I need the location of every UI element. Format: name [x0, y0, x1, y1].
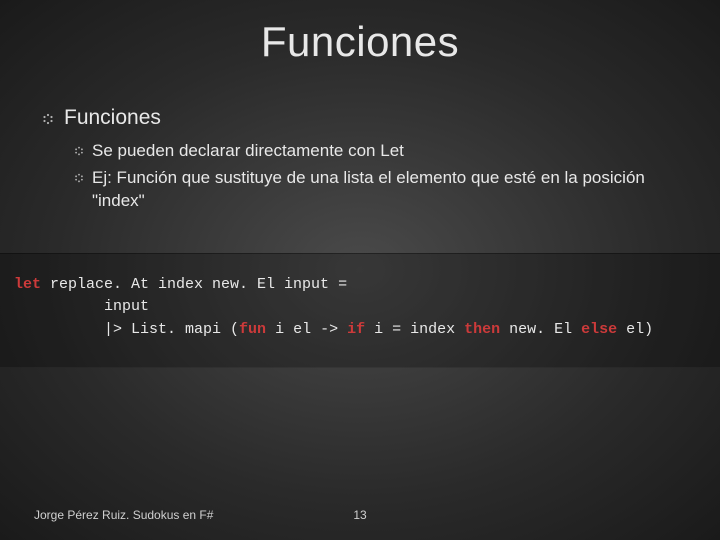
bullet-level2: Ej: Función que sustituye de una lista e…: [74, 167, 686, 213]
code-text: replace. At index new. El input =: [41, 276, 356, 293]
bullet-level2-text: Se pueden declarar directamente con Let: [92, 140, 404, 163]
code-keyword: then: [464, 321, 500, 338]
asterisk-icon: [74, 146, 84, 156]
code-keyword: let: [14, 276, 41, 293]
code-text: i = index: [365, 321, 464, 338]
asterisk-icon: [42, 113, 54, 125]
asterisk-icon: [74, 173, 84, 183]
slide-title: Funciones: [34, 18, 686, 66]
bullet-level1-text: Funciones: [64, 106, 161, 130]
bullet-level2: Se pueden declarar directamente con Let: [74, 140, 686, 163]
code-keyword: if: [347, 321, 365, 338]
code-block: let replace. At index new. El input = in…: [0, 253, 720, 369]
bullet-level2-text: Ej: Función que sustituye de una lista e…: [92, 167, 686, 213]
footer: Jorge Pérez Ruiz. Sudokus en F# 13: [34, 508, 686, 522]
code-keyword: else: [581, 321, 617, 338]
code-keyword: fun: [239, 321, 266, 338]
slide: Funciones Funciones Se pueden declarar d…: [0, 0, 720, 540]
code-text: |> List. mapi (: [14, 321, 239, 338]
footer-author: Jorge Pérez Ruiz. Sudokus en F#: [34, 508, 213, 522]
content-area: Funciones Se pueden declarar directament…: [34, 106, 686, 213]
bullet-level1: Funciones: [42, 106, 686, 130]
code-text: new. El: [500, 321, 581, 338]
code-text: el): [617, 321, 653, 338]
code-text: input: [14, 298, 149, 315]
page-number: 13: [353, 508, 366, 522]
code-text: i el ->: [266, 321, 347, 338]
bullet-level2-group: Se pueden declarar directamente con Let …: [42, 140, 686, 213]
